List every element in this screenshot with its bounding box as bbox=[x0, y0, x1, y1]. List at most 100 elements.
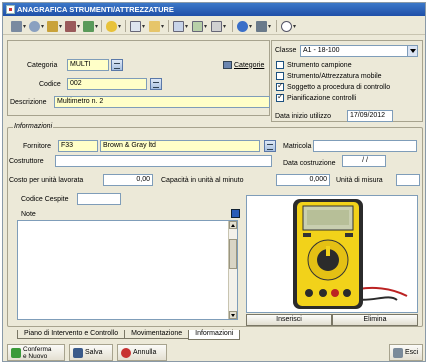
scroll-thumb[interactable] bbox=[229, 239, 237, 269]
checkbox-box-checked bbox=[276, 81, 284, 91]
toolbar-separator bbox=[101, 20, 102, 32]
chevron-down-icon: ▾ bbox=[59, 23, 63, 30]
toolbar-separator bbox=[168, 20, 169, 32]
data-costruzione-input[interactable]: / / bbox=[342, 155, 386, 167]
checkbox-label: Soggetto a procedura di controllo bbox=[287, 83, 391, 91]
fornitore-code-input[interactable]: F33 bbox=[58, 140, 98, 152]
tab-movimentazione[interactable]: Movimentazione bbox=[124, 330, 190, 339]
matricola-input[interactable] bbox=[313, 140, 417, 152]
chevron-down-icon: ▾ bbox=[23, 23, 27, 30]
main-window: ANAGRAFICA STRUMENTI/ATTREZZATURE ▾ ▾ ▾ … bbox=[2, 2, 426, 362]
chevron-down-icon: ▾ bbox=[142, 23, 146, 30]
capacita-input[interactable]: 0,000 bbox=[276, 174, 330, 186]
toolbar-separator bbox=[232, 20, 233, 32]
categoria-label: Categoria bbox=[27, 62, 58, 69]
toolbar-separator bbox=[276, 20, 277, 32]
toolbar-options-button[interactable]: ▾ bbox=[256, 20, 271, 32]
capacita-label: Capacità in unità al minuto bbox=[161, 177, 244, 184]
descrizione-label: Descrizione bbox=[10, 99, 47, 106]
codice-input[interactable]: 002 bbox=[67, 78, 147, 90]
codice-cespite-input[interactable] bbox=[77, 193, 121, 205]
unita-misura-input[interactable] bbox=[396, 174, 420, 186]
toolbar-doc-button[interactable]: ▾ bbox=[173, 20, 188, 32]
pianificazione-controlli-checkbox[interactable]: Pianificazione controlli bbox=[276, 92, 357, 102]
strumento-mobile-checkbox[interactable]: Strumento/Attrezzatura mobile bbox=[276, 72, 382, 80]
conferma-nuovo-button[interactable]: Conferma e Nuovo bbox=[7, 344, 65, 361]
classe-select[interactable]: A1 - 18-100 bbox=[300, 45, 418, 57]
toolbar-open-button[interactable]: ▾ bbox=[149, 20, 164, 32]
checkbox-box bbox=[276, 72, 284, 80]
classe-label: Classe bbox=[275, 47, 297, 54]
fornitore-name-input[interactable]: Brown & Gray ltd bbox=[100, 140, 260, 152]
document-icon bbox=[173, 20, 184, 32]
exit-icon bbox=[393, 347, 403, 358]
esci-button[interactable]: Esci bbox=[389, 344, 423, 361]
note-expand-icon[interactable] bbox=[231, 209, 240, 218]
chevron-down-icon: ▾ bbox=[293, 23, 297, 30]
annulla-button[interactable]: Annulla bbox=[117, 344, 167, 361]
pencil-icon bbox=[47, 20, 58, 32]
save-icon bbox=[73, 347, 83, 358]
chevron-down-icon: ▾ bbox=[77, 23, 81, 30]
conferma-nuovo-label: Conferma e Nuovo bbox=[23, 345, 52, 360]
chevron-down-icon: ▾ bbox=[268, 23, 272, 30]
toolbar-tools-button[interactable]: ▾ bbox=[65, 20, 80, 32]
toolbar-nav-button[interactable]: ▾ bbox=[11, 20, 26, 32]
chevron-down-icon bbox=[407, 46, 417, 56]
elimina-button[interactable]: Elimina bbox=[332, 314, 418, 326]
tab-informazioni[interactable]: Informazioni bbox=[188, 330, 241, 340]
toolbar-refresh-button[interactable]: ▾ bbox=[29, 20, 44, 32]
list-icon bbox=[11, 20, 22, 32]
costruttore-input[interactable] bbox=[55, 155, 272, 167]
toolbar-zoom-button[interactable]: ▾ bbox=[281, 20, 296, 32]
toolbar-star-button[interactable]: ▾ bbox=[83, 20, 98, 32]
checkbox-label: Pianificazione controlli bbox=[287, 94, 357, 102]
inserisci-button[interactable]: Inserisci bbox=[246, 314, 332, 326]
esci-label: Esci bbox=[405, 349, 419, 356]
tools-icon bbox=[65, 20, 76, 32]
toolbar-doc-print-button[interactable]: ▾ bbox=[211, 20, 226, 32]
codice-lookup-button[interactable] bbox=[150, 78, 162, 90]
strumento-campione-checkbox[interactable]: Strumento campione bbox=[276, 61, 352, 69]
chevron-down-icon: ▾ bbox=[249, 23, 253, 30]
checkbox-label: Strumento campione bbox=[287, 61, 352, 69]
toolbar: ▾ ▾ ▾ ▾ ▾ ▾ ▾ ▾ ▾ ▾ ▾ ▾ ▾ ▾ bbox=[3, 17, 425, 35]
print-icon bbox=[211, 20, 222, 32]
costo-input[interactable]: 0,00 bbox=[103, 174, 153, 186]
toolbar-database-button[interactable]: ▾ bbox=[106, 20, 121, 32]
descrizione-input[interactable]: Multimetro n. 2 bbox=[54, 96, 270, 108]
tab-strip: Piano di Intervento e Controllo Moviment… bbox=[17, 330, 241, 340]
document-add-icon bbox=[192, 20, 203, 32]
costo-label: Costo per unità lavorata bbox=[9, 177, 84, 184]
note-textarea[interactable] bbox=[17, 220, 238, 320]
check-icon bbox=[11, 347, 21, 358]
toolbar-doc-add-button[interactable]: ▾ bbox=[192, 20, 207, 32]
informazioni-legend: Informazioni bbox=[13, 123, 54, 130]
categorie-link-label: Categorie bbox=[234, 61, 265, 69]
categoria-lookup-button[interactable] bbox=[111, 59, 123, 71]
salva-button[interactable]: Salva bbox=[69, 344, 113, 361]
data-inizio-input[interactable]: 17/09/2012 bbox=[347, 110, 393, 122]
fornitore-lookup-button[interactable] bbox=[264, 140, 276, 152]
chevron-down-icon: ▾ bbox=[118, 23, 122, 30]
toolbar-copy-button[interactable]: ▾ bbox=[130, 20, 145, 32]
checkbox-box-checked bbox=[276, 92, 284, 102]
costruttore-label: Costruttore bbox=[9, 158, 44, 165]
toolbar-help-button[interactable]: ▾ bbox=[237, 20, 252, 32]
scroll-up-icon[interactable] bbox=[229, 221, 237, 229]
tab-piano-intervento[interactable]: Piano di Intervento e Controllo bbox=[17, 330, 126, 339]
help-icon bbox=[237, 20, 248, 32]
app-icon bbox=[6, 5, 15, 14]
classification-panel: Classe A1 - 18-100 Strumento campione St… bbox=[271, 40, 423, 122]
procedura-controllo-checkbox[interactable]: Soggetto a procedura di controllo bbox=[276, 81, 391, 91]
toolbar-edit-button[interactable]: ▾ bbox=[47, 20, 62, 32]
codice-label: Codice bbox=[39, 81, 61, 88]
chevron-down-icon: ▾ bbox=[41, 23, 45, 30]
chevron-down-icon: ▾ bbox=[161, 23, 165, 30]
scroll-down-icon[interactable] bbox=[229, 311, 237, 319]
note-scrollbar[interactable] bbox=[228, 221, 237, 319]
categoria-input[interactable]: MULTI bbox=[67, 59, 109, 71]
instrument-image bbox=[246, 195, 418, 313]
categorie-link[interactable]: Categorie bbox=[223, 61, 264, 69]
star-icon bbox=[83, 20, 94, 32]
